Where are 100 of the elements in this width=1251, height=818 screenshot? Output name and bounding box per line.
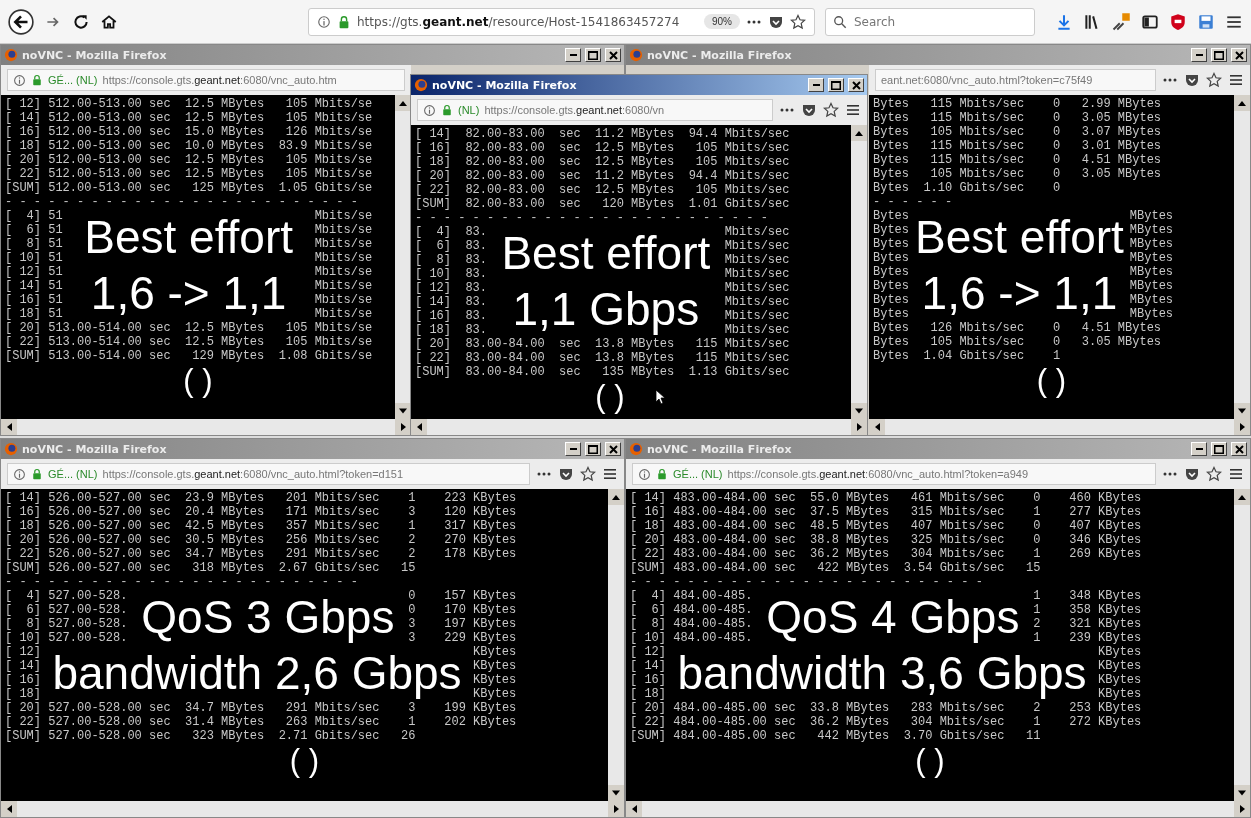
horizontal-scrollbar[interactable] [626,801,1250,817]
minimize-icon [812,84,820,86]
menu-icon[interactable] [845,102,861,118]
back-icon[interactable] [8,8,34,35]
terminal-line: [ 22] 512.00-513.00 sec 12.5 MBytes 105 Mbits/se [5,167,373,181]
extension-icon[interactable] [1111,11,1131,32]
down-arrow-icon [399,408,407,414]
scroll-down-button[interactable] [851,403,867,419]
horizontal-scrollbar[interactable] [869,419,1250,435]
horizontal-scrollbar[interactable] [1,419,411,435]
download-icon[interactable] [1055,12,1073,31]
scroll-left-button[interactable] [411,419,427,435]
star-icon[interactable] [1206,72,1222,88]
scroll-down-button[interactable] [1234,785,1250,801]
scroll-down-button[interactable] [1234,403,1250,419]
terminal-line: KBytes [473,659,517,673]
scroll-down-button[interactable] [608,785,624,801]
horizontal-scrollbar[interactable] [1,801,624,817]
window-title: noVNC - Mozilla Firefox [22,48,168,62]
vertical-scrollbar[interactable] [1234,489,1250,801]
scroll-up-button[interactable] [608,489,624,505]
menu-icon[interactable] [1228,466,1244,482]
horizontal-scrollbar[interactable] [411,419,867,435]
save-icon[interactable] [1197,12,1215,31]
terminal-line: [ 20] 527.00-528.00 sec 34.7 MBytes 291 Mbits/sec 3 199 KBytes [5,701,517,715]
star-icon[interactable] [1206,466,1222,482]
address-field[interactable]: (NL) https://console.gts.geant.net:6080/vn [417,99,773,121]
scroll-up-button[interactable] [395,95,411,111]
terminal-line: [ 18] 526.00-527.00 sec 42.5 MBytes 357 Mbits/sec 1 317 KBytes [5,519,517,533]
minimize-button[interactable] [808,78,824,92]
address-field[interactable]: GÉ... (NL) https://console.gts.geant.net:6080/vnc_auto.html?token=d151 [7,463,530,485]
scroll-right-button[interactable] [851,419,867,435]
vertical-scrollbar[interactable] [1234,95,1250,419]
terminal-line: Mbits/se [314,307,373,321]
terminal-line: [ 14] 51 [5,279,63,293]
firefox-icon [4,442,18,456]
terminal-line: [ 4] 484.00-485. [630,589,753,603]
search-field[interactable]: Search [825,7,1035,36]
terminal-line: Mbits/se [314,209,373,223]
scroll-up-button[interactable] [1234,95,1250,111]
reload-icon[interactable] [72,12,90,31]
right-arrow-icon [613,805,619,813]
url-text: https://console.gts.geant.net:6080/vn [484,104,665,116]
info-icon[interactable] [638,467,651,481]
info-icon[interactable] [13,467,26,481]
pocket-icon[interactable] [558,466,574,482]
scroll-up-button[interactable] [851,125,867,141]
vertical-scrollbar[interactable] [851,125,867,419]
terminal-line: Bytes 105 Mbits/sec 0 3.07 MBytes [873,125,1162,139]
terminal-line: [ 8] 527.00-528. [5,617,128,631]
info-icon[interactable] [13,73,26,87]
vertical-scrollbar[interactable] [608,489,624,801]
terminal-line: 3 197 KBytes [408,617,517,631]
pocket-icon[interactable] [1184,72,1200,88]
terminal-line: [ 6] 51 [5,223,63,237]
info-icon[interactable] [317,14,331,29]
terminal-line: [SUM] 83.00-84.00 sec 135 MBytes 1.13 Gbits/sec [415,365,790,379]
scroll-up-button[interactable] [1234,489,1250,505]
terminal-line: Mbits/se [314,265,373,279]
pocket-icon[interactable] [801,102,817,118]
minimize-icon [569,448,577,450]
menu-icon[interactable] [1228,72,1244,88]
scroll-right-button[interactable] [1234,801,1250,817]
scroll-left-button[interactable] [869,419,885,435]
sidebar-icon[interactable] [1141,12,1159,31]
scroll-right-button[interactable] [608,801,624,817]
terminal-line: [ 14] [630,659,666,673]
star-icon[interactable] [823,102,839,118]
info-icon[interactable] [423,103,436,117]
address-field[interactable]: GÉ... (NL) https://console.gts.geant.net:6080/vnc_auto.html?token=a949 [632,463,1156,485]
close-button[interactable] [848,78,864,92]
pocket-icon[interactable] [1184,466,1200,482]
maximize-icon [588,50,598,60]
shield-icon[interactable] [1169,12,1187,31]
address-field[interactable]: https://gts.geant.net/resource/Host-1541863457274 90% [308,7,815,36]
terminal-line: Bytes 126 Mbits/sec 0 4.51 MBytes [873,321,1162,335]
star-icon[interactable] [790,13,806,30]
scroll-left-button[interactable] [1,801,17,817]
site-identity: GÉ... (NL) [48,74,98,86]
maximize-button[interactable] [828,78,844,92]
address-field[interactable]: GÉ... (NL) https://console.gts.geant.net:6080/vnc_auto.htm [7,69,405,91]
terminal-line: [ 16] 83. [415,309,487,323]
terminal-line: [ 4] 527.00-528. [5,589,128,603]
close-icon [851,80,861,90]
zoom-level[interactable]: 90% [704,14,740,29]
scroll-down-button[interactable] [395,403,411,419]
terminal-line: - - - - - - - - - - - - - - - - - - - - - - - - - [5,195,358,209]
scroll-right-button[interactable] [1234,419,1250,435]
menu-icon[interactable] [602,466,618,482]
terminal-line: MBytes [1129,251,1174,265]
scroll-right-button[interactable] [395,419,411,435]
scroll-left-button[interactable] [1,419,17,435]
vertical-scrollbar[interactable] [395,95,411,419]
address-field[interactable]: eant.net:6080/vnc_auto.html?token=c75f49 [875,69,1156,91]
terminal-line: [ 18] 82.00-83.00 sec 12.5 MBytes 105 Mbits/sec [415,155,790,169]
scroll-left-button[interactable] [626,801,642,817]
terminal-line: Bytes [873,265,909,279]
terminal-line: MBytes [1129,279,1174,293]
terminal-line: Mbits/sec [724,281,790,295]
star-icon[interactable] [580,466,596,482]
